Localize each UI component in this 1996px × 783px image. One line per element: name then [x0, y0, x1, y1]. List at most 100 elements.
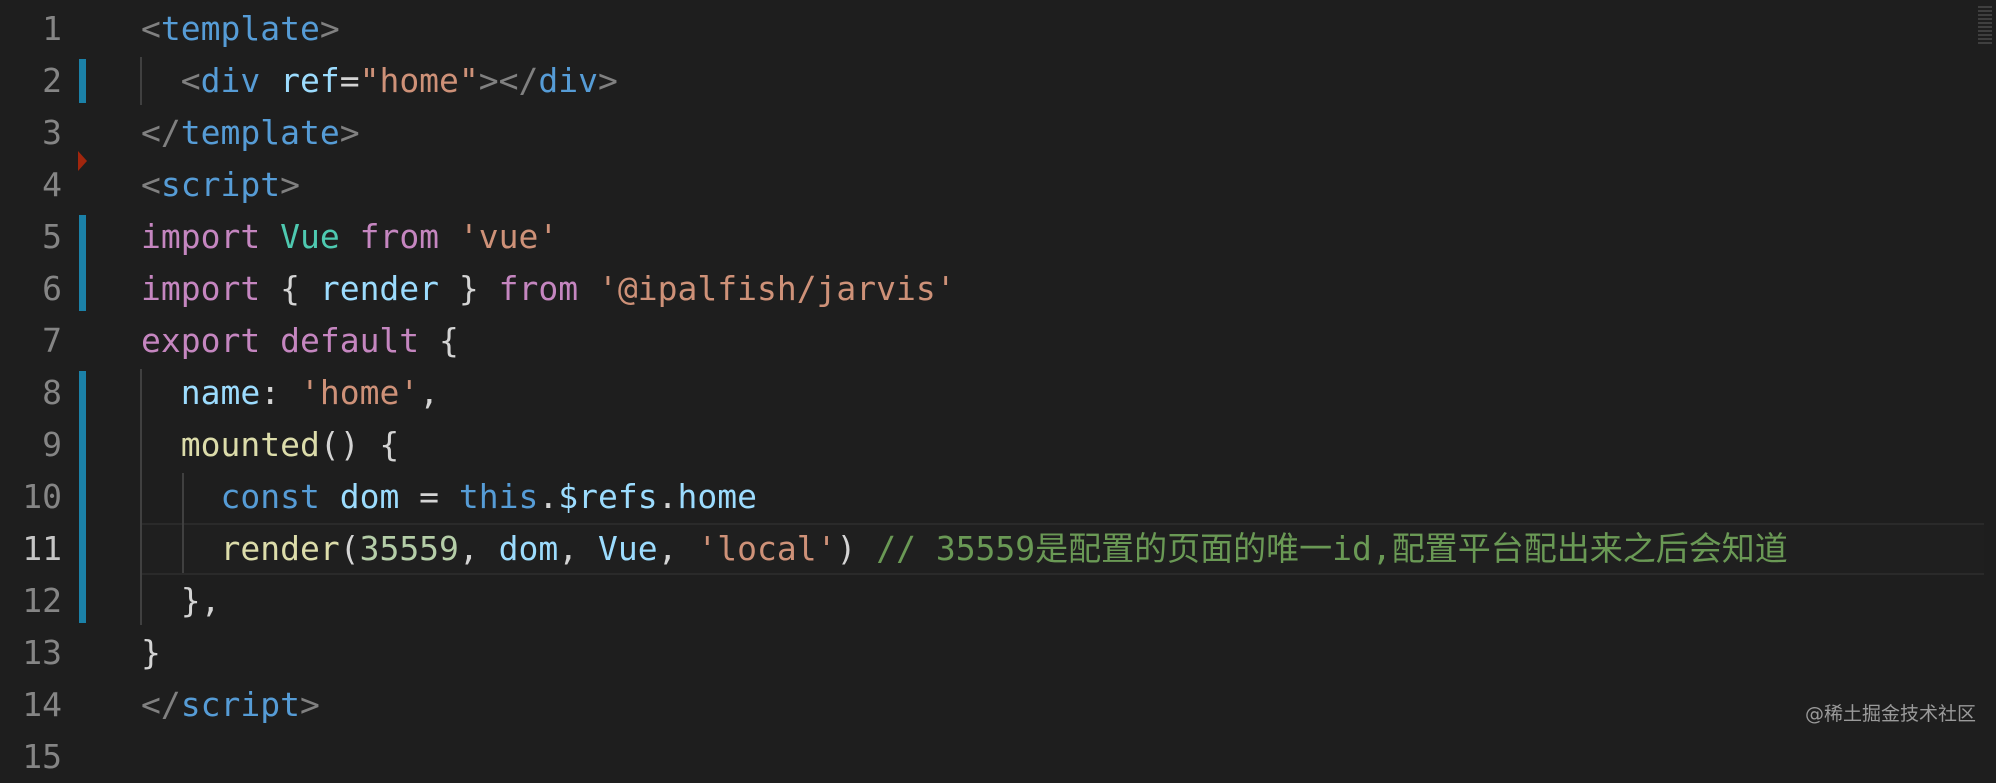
line-number: 4	[42, 165, 62, 204]
code-token: ,	[458, 529, 499, 568]
code-line[interactable]: 3 </template>	[0, 107, 1996, 159]
line-number: 3	[42, 113, 62, 152]
code-line[interactable]: 8 name: 'home',	[0, 367, 1996, 419]
code-line[interactable]: 4 <script>	[0, 159, 1996, 211]
code-line[interactable]: 6 import { render } from '@ipalfish/jarvi…	[0, 263, 1996, 315]
code-text: </template>	[141, 107, 360, 159]
line-number: 6	[42, 269, 62, 308]
code-token: 'local'	[697, 529, 837, 568]
code-token: '@ipalfish/jarvis'	[598, 269, 956, 308]
code-line[interactable]: 15	[0, 731, 1996, 783]
code-token: export	[141, 321, 261, 360]
code-token: >	[280, 165, 300, 204]
code-token: template	[160, 9, 320, 48]
code-token: ref	[280, 61, 340, 100]
code-line[interactable]: 12 },	[0, 575, 1996, 627]
code-token: mounted	[180, 425, 320, 464]
code-text: import { render } from '@ipalfish/jarvis…	[141, 263, 956, 315]
code-token: >	[339, 113, 360, 152]
indent-guide	[182, 473, 184, 573]
code-token: template	[180, 113, 340, 152]
code-token: home	[677, 477, 757, 516]
code-token: from	[359, 217, 440, 256]
code-token: import	[141, 269, 261, 308]
code-token: <	[141, 9, 161, 48]
code-line[interactable]: 9 mounted() {	[0, 419, 1996, 471]
code-token: () {	[319, 425, 400, 464]
code-token: )	[836, 529, 877, 568]
code-token: ,	[558, 529, 599, 568]
code-token: 35559	[359, 529, 459, 568]
code-token: default	[280, 321, 420, 360]
code-editor[interactable]: 1 <template> 2 <div ref="home"></div> 3 </te…	[0, 0, 1996, 776]
code-line[interactable]: 2 <div ref="home"></div>	[0, 55, 1996, 107]
code-token: script	[160, 165, 281, 204]
code-token: {	[419, 321, 459, 360]
gutter-modified-marker[interactable]	[79, 59, 86, 103]
code-token: render	[220, 529, 340, 568]
code-text: <div ref="home"></div>	[141, 55, 618, 107]
code-text: import Vue from 'vue'	[141, 211, 558, 263]
code-token: name	[180, 373, 261, 412]
code-token: .	[657, 477, 678, 516]
line-number: 15	[22, 737, 62, 776]
line-number: 5	[42, 217, 62, 256]
code-token: ,	[657, 529, 698, 568]
code-token: 'home'	[299, 373, 420, 412]
code-text: render(35559, dom, Vue, 'local') // 3555…	[141, 523, 1787, 575]
code-token: 'vue'	[458, 217, 559, 256]
line-number: 2	[42, 61, 62, 100]
code-token: const	[220, 477, 320, 516]
code-text: },	[141, 575, 221, 627]
code-line[interactable]: 13}	[0, 627, 1996, 679]
code-token: this	[458, 477, 539, 516]
gutter-modified-marker[interactable]	[79, 371, 86, 623]
code-token: dom	[498, 529, 559, 568]
line-number: 9	[42, 425, 62, 464]
indent-guide	[140, 369, 142, 625]
code-text: const dom = this.$refs.home	[141, 471, 757, 523]
code-token: },	[141, 581, 221, 620]
code-token: dom	[339, 477, 400, 516]
code-text: }	[141, 627, 161, 679]
code-token: import	[141, 217, 261, 256]
line-number: 1	[42, 9, 62, 48]
code-token: >	[299, 685, 320, 724]
code-token: <	[141, 165, 161, 204]
code-token: <	[141, 61, 201, 100]
code-line[interactable]: 1 <template>	[0, 3, 1996, 55]
code-line[interactable]: 14 </script>	[0, 679, 1996, 731]
code-token: Vue	[280, 217, 340, 256]
code-token: {	[260, 269, 320, 308]
code-token: }	[439, 269, 499, 308]
line-number: 10	[22, 477, 62, 516]
code-token: Vue	[598, 529, 658, 568]
code-token: ,	[419, 373, 440, 412]
code-token: $refs	[558, 477, 658, 516]
code-token: >	[319, 9, 340, 48]
code-line[interactable]: 5 import Vue from 'vue'	[0, 211, 1996, 263]
gutter-modified-marker[interactable]	[79, 215, 86, 311]
code-line[interactable]: 7 export default {	[0, 315, 1996, 367]
code-token: "home"	[359, 61, 479, 100]
code-token: (	[339, 529, 360, 568]
code-token: }	[141, 633, 161, 672]
code-token: div	[538, 61, 599, 100]
code-line[interactable]: 10 const dom = this.$refs.home	[0, 471, 1996, 523]
code-text: export default {	[141, 315, 459, 367]
code-line[interactable]: 11 render(35559, dom, Vue, 'local') // 3…	[0, 523, 1996, 575]
code-text: mounted() {	[141, 419, 400, 471]
code-text: <script>	[141, 159, 300, 211]
watermark: @稀土掘金技术社区	[1804, 703, 1976, 725]
code-text: </script>	[141, 679, 320, 731]
